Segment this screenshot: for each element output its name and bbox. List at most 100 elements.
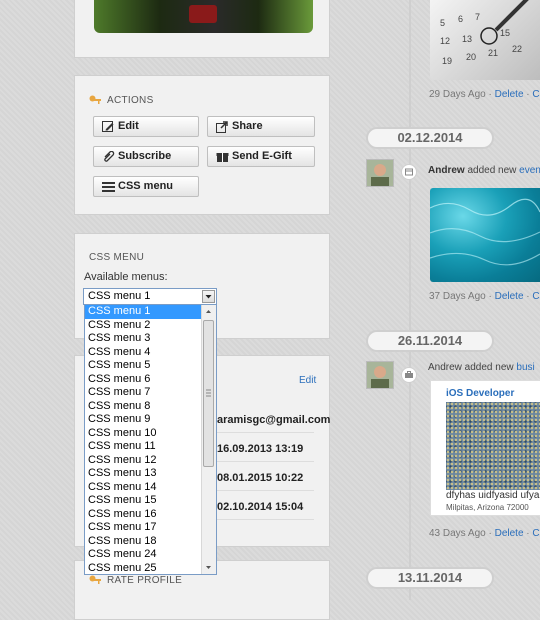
post-age: 43 Days Ago [429, 528, 486, 539]
row-divider [214, 519, 314, 520]
post-text-1: Andrew added new event [428, 165, 540, 176]
dropdown-option[interactable]: CSS menu 17 [85, 521, 204, 535]
dropdown-option[interactable]: CSS menu 3 [85, 332, 204, 346]
date-value-3: 02.10.2014 15:04 [217, 501, 304, 513]
post-author[interactable]: Andrew [428, 362, 462, 373]
key-icon [89, 575, 101, 585]
svg-text:21: 21 [488, 48, 498, 58]
job-location: Milpitas, Arizona 72000 [446, 503, 529, 512]
scroll-down-arrow[interactable] [202, 561, 216, 574]
subscribe-button[interactable]: Subscribe [93, 146, 199, 167]
job-title[interactable]: iOS Developer [446, 388, 514, 399]
post-age: 37 Days Ago [429, 291, 486, 302]
svg-text:22: 22 [512, 44, 522, 54]
timeline-line [409, 0, 411, 600]
dropdown-option[interactable]: CSS menu 14 [85, 481, 204, 495]
water-photo [430, 188, 540, 282]
css-menu-select-value: CSS menu 1 [88, 290, 151, 302]
svg-text:6: 6 [458, 14, 463, 24]
css-menu-dropdown-list[interactable]: CSS menu 1 CSS menu 2 CSS menu 3 CSS menu 4… [84, 304, 217, 575]
share-button[interactable]: Share [207, 116, 315, 137]
job-card[interactable]: iOS Developer dfyhas uidfyasid ufya Milp… [430, 380, 540, 516]
calendar-icon [401, 164, 417, 180]
delete-link[interactable]: Delete [495, 528, 524, 539]
pencil-icon [102, 121, 114, 132]
dropdown-option[interactable]: CSS menu 7 [85, 386, 204, 400]
dropdown-option[interactable]: CSS menu 6 [85, 373, 204, 387]
dropdown-option[interactable]: CSS menu 25 [85, 562, 204, 575]
dropdown-option[interactable]: CSS menu 15 [85, 494, 204, 508]
job-description: dfyhas uidfyasid ufya [446, 490, 540, 501]
date-pill-3: 13.11.2014 [366, 567, 494, 589]
top-photo [94, 0, 313, 33]
dropdown-option[interactable]: CSS menu 8 [85, 400, 204, 414]
css-menu-button-label: CSS menu [118, 180, 174, 192]
comment-link[interactable]: C [532, 89, 539, 100]
dropdown-option[interactable]: CSS menu 5 [85, 359, 204, 373]
dropdown-option[interactable]: CSS menu 16 [85, 508, 204, 522]
send-egift-button[interactable]: Send E-Gift [207, 146, 315, 167]
date-value-2: 08.01.2015 10:22 [217, 472, 304, 484]
key-icon [89, 95, 101, 105]
date-pill-1: 02.12.2014 [366, 127, 494, 149]
css-menu-title: CSS MENU [89, 252, 145, 263]
delete-link[interactable]: Delete [495, 291, 524, 302]
chevron-down-icon[interactable] [202, 290, 215, 303]
dropdown-scrollbar[interactable] [201, 305, 216, 574]
avatar[interactable] [366, 361, 394, 389]
dropdown-option[interactable]: CSS menu 24 [85, 548, 204, 562]
edit-button-label: Edit [118, 120, 139, 132]
dropdown-option[interactable]: CSS menu 13 [85, 467, 204, 481]
share-icon [216, 121, 228, 133]
dropdown-option[interactable]: CSS menu 18 [85, 535, 204, 549]
scroll-up-arrow[interactable] [202, 305, 216, 318]
actions-title-label: ACTIONS [107, 95, 154, 106]
comment-link[interactable]: C [532, 528, 539, 539]
css-menu-button[interactable]: CSS menu [93, 176, 199, 197]
info-edit-link[interactable]: Edit [299, 375, 316, 386]
post-action: added new [464, 165, 520, 176]
dropdown-option[interactable]: CSS menu 11 [85, 440, 204, 454]
post-link[interactable]: busi [516, 362, 534, 373]
comment-link[interactable]: C [532, 291, 539, 302]
svg-text:19: 19 [442, 56, 452, 66]
dropdown-option[interactable]: CSS menu 4 [85, 346, 204, 360]
actions-title: ACTIONS [89, 95, 154, 106]
post-action: added new [461, 362, 517, 373]
post-meta-2: 43 Days Ago · Delete · C [429, 528, 540, 539]
list-icon [102, 182, 115, 192]
svg-text:13: 13 [462, 34, 472, 44]
scroll-thumb[interactable] [203, 320, 214, 467]
available-menus-label: Available menus: [84, 271, 168, 283]
post-meta-1: 37 Days Ago · Delete · C [429, 291, 540, 302]
avatar[interactable] [366, 159, 394, 187]
row-divider [214, 432, 314, 433]
briefcase-icon [401, 367, 417, 383]
dropdown-option[interactable]: CSS menu 9 [85, 413, 204, 427]
svg-text:12: 12 [440, 36, 450, 46]
delete-link[interactable]: Delete [495, 89, 524, 100]
svg-text:7: 7 [475, 12, 480, 22]
dropdown-option[interactable]: CSS menu 2 [85, 319, 204, 333]
send-egift-button-label: Send E-Gift [232, 150, 292, 162]
calendar-photo: 5 6 7 12 13 15 19 20 21 22 [430, 0, 540, 80]
post-link[interactable]: event [519, 165, 540, 176]
row-divider [214, 490, 314, 491]
dropdown-options: CSS menu 1 CSS menu 2 CSS menu 3 CSS menu 4… [85, 305, 216, 575]
top-post-meta: 29 Days Ago · Delete · C [429, 89, 540, 100]
date-pill-2: 26.11.2014 [366, 330, 494, 352]
subscribe-button-label: Subscribe [118, 150, 172, 162]
dropdown-option[interactable]: CSS menu 12 [85, 454, 204, 468]
dropdown-option[interactable]: CSS menu 1 [85, 305, 204, 319]
svg-text:20: 20 [466, 52, 476, 62]
row-divider [214, 461, 314, 462]
post-author[interactable]: Andrew [428, 165, 465, 176]
share-button-label: Share [232, 120, 263, 132]
edit-button[interactable]: Edit [93, 116, 199, 137]
paperclip-icon [104, 151, 115, 162]
dropdown-option[interactable]: CSS menu 10 [85, 427, 204, 441]
post-age: 29 Days Ago [429, 89, 486, 100]
rate-profile-label: RATE PROFILE [107, 575, 183, 586]
css-menu-select[interactable]: CSS menu 1 [83, 288, 217, 305]
actions-panel: ACTIONS Edit Share Subscribe Send E-Gift… [74, 75, 330, 215]
